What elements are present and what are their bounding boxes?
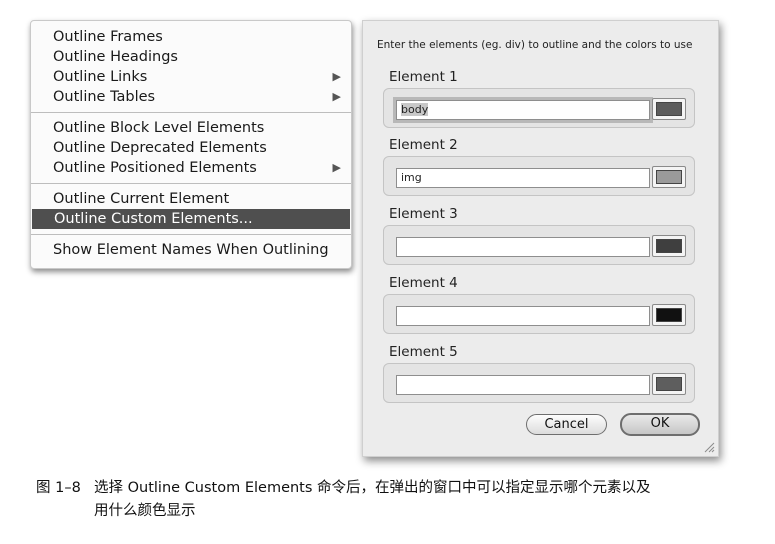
menu-separator: [31, 183, 351, 184]
element-3-label: Element 3: [389, 206, 458, 222]
element-4-group: [383, 294, 695, 334]
color-swatch-fill: [656, 239, 682, 253]
outline-context-menu: Outline Frames Outline Headings Outline Li…: [30, 20, 352, 269]
menu-item-outline-tables[interactable]: Outline Tables ▶: [31, 87, 351, 107]
element-2-color-swatch[interactable]: [652, 166, 686, 188]
color-swatch-fill: [656, 170, 682, 184]
menu-item-outline-positioned-elements[interactable]: Outline Positioned Elements ▶: [31, 158, 351, 178]
element-3-group: [383, 225, 695, 265]
element-5-input[interactable]: [396, 375, 650, 395]
element-5-group: [383, 363, 695, 403]
color-swatch-fill: [656, 308, 682, 322]
submenu-arrow-icon: ▶: [332, 90, 341, 103]
element-1-group: body: [383, 88, 695, 128]
menu-item-outline-links[interactable]: Outline Links ▶: [31, 67, 351, 87]
element-5-label: Element 5: [389, 344, 458, 360]
menu-item-outline-custom-elements[interactable]: Outline Custom Elements...: [32, 209, 350, 229]
menu-item-label: Outline Custom Elements...: [54, 211, 253, 227]
cancel-button[interactable]: Cancel: [526, 414, 607, 435]
menu-item-label: Outline Tables: [53, 89, 156, 105]
menu-item-outline-frames[interactable]: Outline Frames: [31, 27, 351, 47]
element-2-group: img: [383, 156, 695, 196]
caption-text-1: 选择 Outline Custom Elements 命令后，在弹出的窗口中可以…: [94, 480, 651, 496]
menu-item-label: Outline Positioned Elements: [53, 160, 257, 176]
menu-item-outline-block-level-elements[interactable]: Outline Block Level Elements: [31, 118, 351, 138]
menu-item-label: Outline Block Level Elements: [53, 120, 265, 136]
menu-item-label: Outline Headings: [53, 49, 178, 65]
element-1-input[interactable]: body: [393, 97, 653, 123]
element-4-color-swatch[interactable]: [652, 304, 686, 326]
element-3-color-swatch[interactable]: [652, 235, 686, 257]
caption-line-1: 图 1–8 选择 Outline Custom Elements 命令后，在弹出的…: [36, 477, 756, 500]
figure-number: 图 1–8: [36, 480, 81, 496]
element-2-value: img: [401, 171, 422, 184]
menu-separator: [31, 234, 351, 235]
outline-custom-elements-dialog: Enter the elements (eg. div) to outline …: [362, 20, 719, 457]
menu-item-outline-deprecated-elements[interactable]: Outline Deprecated Elements: [31, 138, 351, 158]
figure-caption: 图 1–8 选择 Outline Custom Elements 命令后，在弹出的…: [36, 477, 756, 523]
element-5-color-swatch[interactable]: [652, 373, 686, 395]
menu-item-label: Show Element Names When Outlining: [53, 242, 329, 258]
menu-item-outline-current-element[interactable]: Outline Current Element: [31, 189, 351, 209]
element-1-label: Element 1: [389, 69, 458, 85]
element-4-label: Element 4: [389, 275, 458, 291]
submenu-arrow-icon: ▶: [332, 161, 341, 174]
dialog-instruction: Enter the elements (eg. div) to outline …: [377, 39, 693, 51]
color-swatch-fill: [656, 377, 682, 391]
color-swatch-fill: [656, 102, 682, 116]
ok-button[interactable]: OK: [620, 413, 700, 436]
caption-line-2: 用什么颜色显示: [94, 503, 196, 519]
element-2-label: Element 2: [389, 137, 458, 153]
resize-grip-icon[interactable]: [704, 442, 715, 453]
menu-item-label: Outline Current Element: [53, 191, 230, 207]
menu-item-outline-headings[interactable]: Outline Headings: [31, 47, 351, 67]
menu-item-label: Outline Deprecated Elements: [53, 140, 267, 156]
element-4-input[interactable]: [396, 306, 650, 326]
element-2-input[interactable]: img: [396, 168, 650, 188]
menu-item-label: Outline Links: [53, 69, 148, 85]
menu-item-show-element-names-when-outlining[interactable]: Show Element Names When Outlining: [31, 240, 351, 260]
element-3-input[interactable]: [396, 237, 650, 257]
menu-separator: [31, 112, 351, 113]
element-1-color-swatch[interactable]: [652, 98, 686, 120]
menu-item-label: Outline Frames: [53, 29, 163, 45]
submenu-arrow-icon: ▶: [332, 70, 341, 83]
element-1-value: body: [401, 103, 429, 116]
